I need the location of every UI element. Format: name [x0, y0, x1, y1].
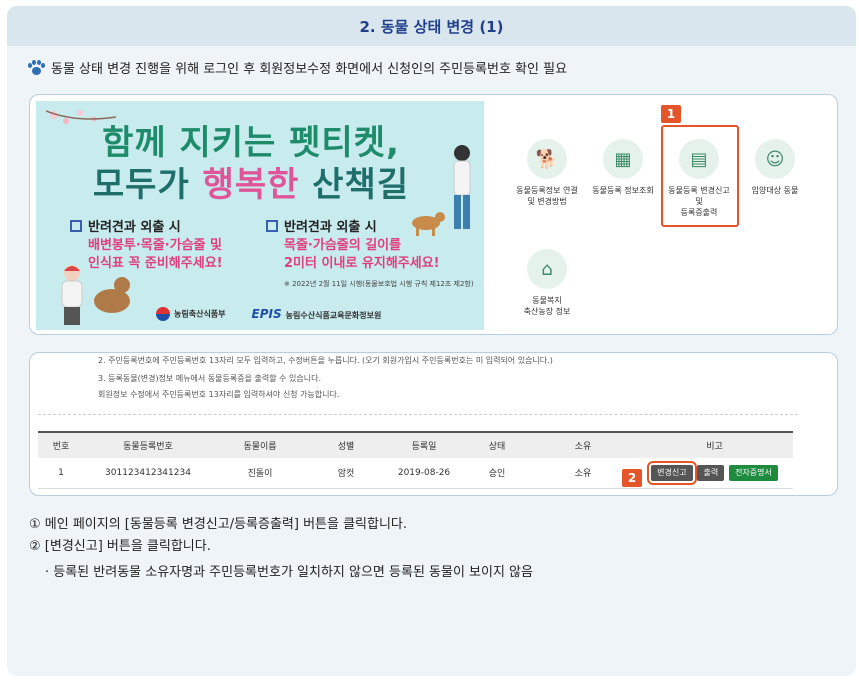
notes-box: 2. 주민등록번호에 주민등록번호 13자리 모두 입력하고, 수정버튼을 누릅… [38, 353, 798, 415]
service-menu: 🐕 동물등록정보 연결 및 변경방법 ▦ 동물등록 정보조회 ▤ 동물등록 변경신… [486, 95, 837, 334]
checkbox-icon [70, 220, 82, 232]
animal-list-screenshot: 2. 주민등록번호에 주민등록번호 13자리 모두 입력하고, 수정버튼을 누릅… [29, 352, 838, 496]
menu-item-reg-lookup[interactable]: ▦ 동물등록 정보조회 [584, 139, 662, 196]
instruction-panel: 2. 동물 상태 변경 (1) 동물 상태 변경 진행을 위해 로그인 후 회원… [7, 6, 856, 676]
main-page-screenshot: 함께 지키는 펫티켓, 모두가 행복한 산책길 반려견과 외출 시 배변봉투·목… [29, 94, 838, 335]
adopt-icon: ☺ [755, 139, 795, 179]
taegeuk-icon [156, 307, 170, 321]
intro-text: 동물 상태 변경 진행을 위해 로그인 후 회원정보수정 화면에서 신청인의 주… [51, 62, 568, 77]
farm-icon: ⌂ [527, 249, 567, 289]
intro-line: 동물 상태 변경 진행을 위해 로그인 후 회원정보수정 화면에서 신청인의 주… [27, 58, 567, 77]
step-1-text: ① 메인 페이지의 [동물등록 변경신고/등록증출력] 버튼을 클릭합니다. [29, 517, 408, 532]
petiquette-banner: 함께 지키는 펫티켓, 모두가 행복한 산책길 반려견과 외출 시 배변봉투·목… [36, 101, 484, 330]
sponsor-logos: 농림축산식품부 EPIS 농림수산식품교육문화정보원 [156, 307, 381, 321]
step-note: · 등록된 반려동물 소유자명과 주민등록번호가 일치하지 않으면 등록된 동물… [45, 565, 533, 580]
menu-item-reg-link[interactable]: 🐕 동물등록정보 연결 및 변경방법 [508, 139, 586, 207]
print-button[interactable]: 출력 [697, 464, 725, 481]
menu-item-welfare-farm[interactable]: ⌂ 동물복지 축산농장 정보 [508, 249, 586, 317]
panel-header: 2. 동물 상태 변경 (1) [7, 6, 856, 46]
table-row: 1 301123412341234 진돌이 암컷 2019-08-26 승인 소… [38, 458, 793, 489]
paw-icon [27, 59, 45, 76]
page-title: 2. 동물 상태 변경 (1) [359, 17, 504, 36]
step-instructions: ① 메인 페이지의 [동물등록 변경신고/등록증출력] 버튼을 클릭합니다. ②… [29, 514, 533, 584]
step-badge-1: 1 [661, 105, 681, 123]
tip-card-1: 반려견과 외출 시 배변봉투·목줄·가슴줄 및 인식표 꼭 준비해주세요! [70, 219, 258, 273]
tip-card-2: 반려견과 외출 시 목줄·가슴줄의 길이를 2미터 이내로 유지해주세요! ※ … [266, 219, 476, 293]
step-2-text: ② [변경신고] 버튼을 클릭합니다. [29, 539, 211, 554]
checkbox-icon [266, 220, 278, 232]
tombstone-icon: ▦ [603, 139, 643, 179]
highlight-box-1 [661, 125, 739, 227]
dog-icon: 🐕 [527, 139, 567, 179]
animal-table: 번호 동물등록번호 동물이름 성별 등록일 상태 소유 비고 1 3011234… [38, 431, 793, 489]
e-certificate-button[interactable]: 전자증명서 [729, 464, 778, 481]
menu-item-adoption[interactable]: ☺ 입양대상 동물 [736, 139, 814, 196]
change-report-button[interactable]: 변경신고 [647, 460, 697, 485]
step-badge-2: 2 [622, 469, 642, 487]
banner-headline-2: 모두가 행복한 산책길 [92, 165, 410, 205]
